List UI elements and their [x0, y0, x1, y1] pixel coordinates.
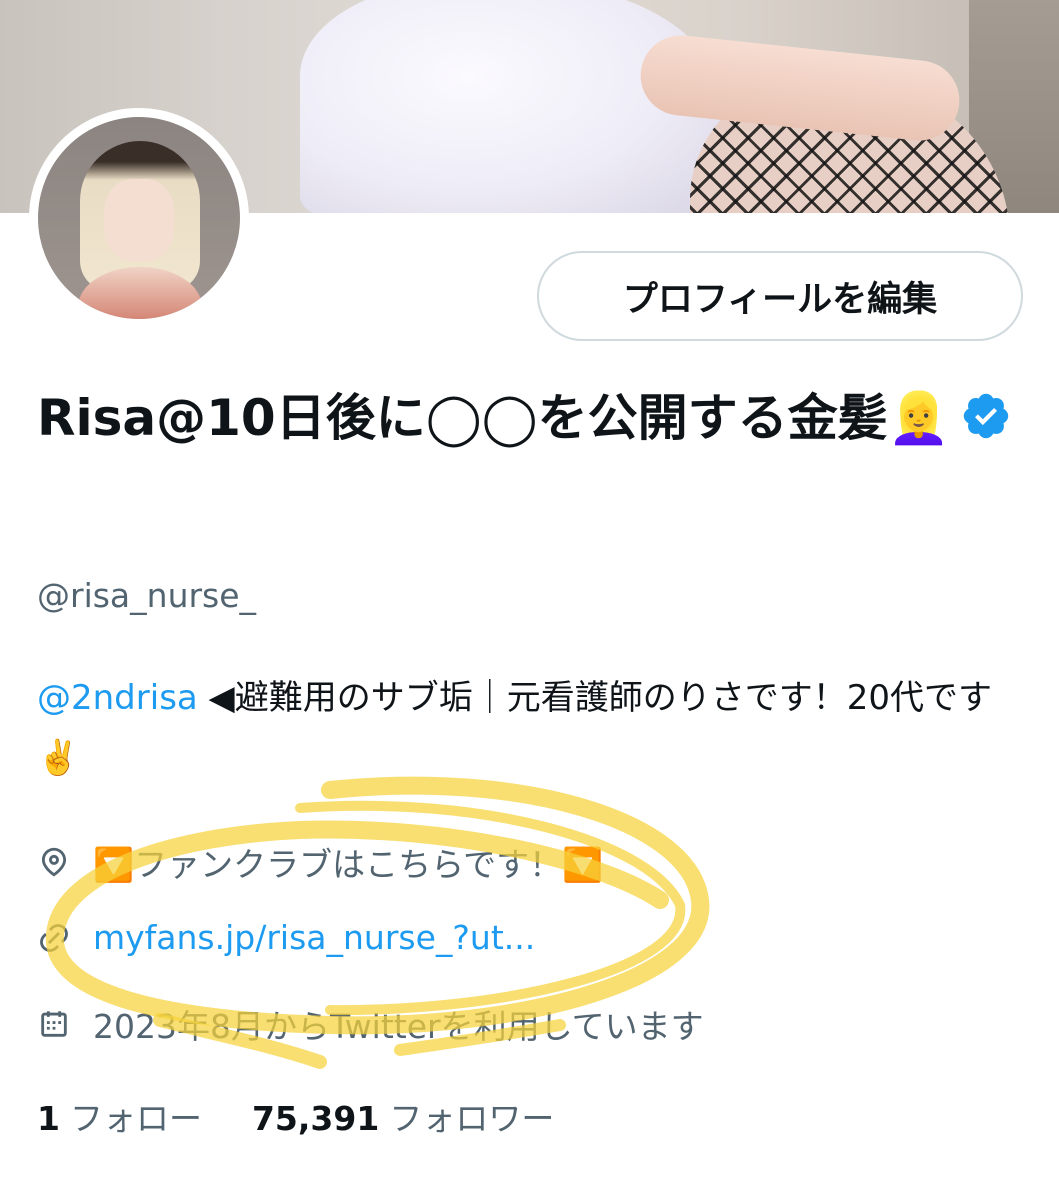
calendar-icon — [41, 1011, 67, 1037]
edit-profile-button[interactable]: プロフィールを編集 — [537, 251, 1023, 341]
following-link[interactable]: 1 フォロー — [37, 1092, 202, 1140]
user-handle: @risa_nurse_ — [37, 576, 257, 615]
bio: @2ndrisa ◀避難用のサブ垢｜元看護師のりさです！20代です✌️ — [37, 668, 1027, 788]
display-name: Risa@10日後に◯◯を公開する金髪👱‍♀️ — [37, 382, 1027, 454]
link-icon — [40, 923, 68, 952]
bio-mention-link[interactable]: @2ndrisa — [37, 678, 198, 718]
joined-date: 2023年8月からTwitterを利用しています — [93, 1007, 704, 1046]
profile-link[interactable]: myfans.jp/risa_nurse_?ut... — [93, 918, 535, 957]
followers-label: フォロワー — [389, 1099, 555, 1138]
link-row: myfans.jp/risa_nurse_?ut... — [37, 918, 535, 957]
location-row: 🔽ファンクラブはこちらです！🔽 — [37, 838, 603, 886]
joined-row: 2023年8月からTwitterを利用しています — [37, 1000, 704, 1048]
avatar-image — [38, 117, 240, 319]
location-text: 🔽ファンクラブはこちらです！🔽 — [93, 845, 604, 884]
following-count: 1 — [37, 1099, 60, 1138]
avatar[interactable] — [29, 108, 249, 328]
follow-stats: 1 フォロー 75,391 フォロワー — [37, 1092, 554, 1140]
followers-link[interactable]: 75,391 フォロワー — [252, 1092, 554, 1140]
profile-page: プロフィールを編集 Risa@10日後に◯◯を公開する金髪👱‍♀️ @risa_… — [0, 0, 1059, 1200]
verified-badge-icon — [963, 393, 1009, 438]
display-name-text: Risa@10日後に◯◯を公開する金髪👱‍♀️ — [37, 389, 950, 447]
following-label: フォロー — [69, 1099, 202, 1138]
location-icon — [41, 847, 67, 877]
followers-count: 75,391 — [251, 1099, 380, 1138]
